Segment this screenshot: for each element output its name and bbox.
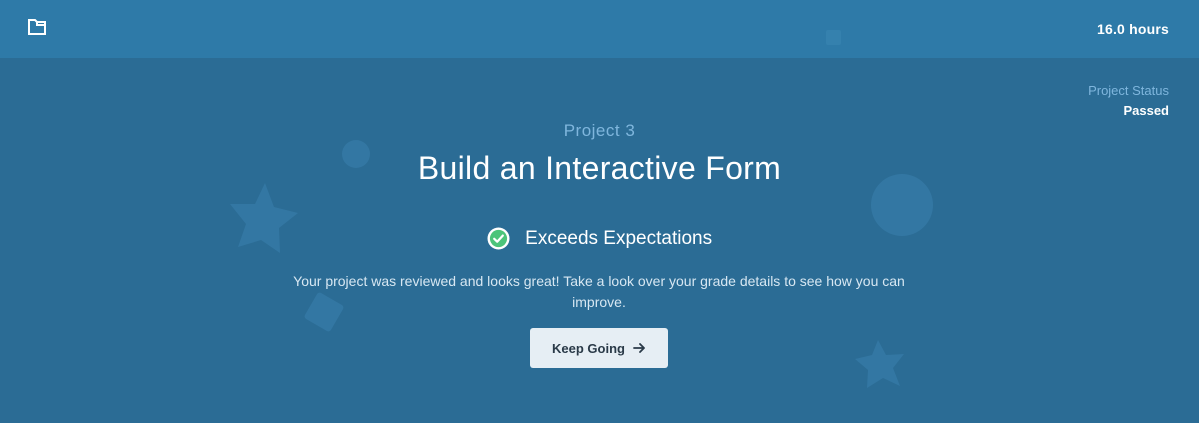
arrow-right-icon [633, 343, 645, 353]
grade-result: Exceeds Expectations [0, 227, 1199, 252]
project-status-page: 16.0 hours Project Status Passed Project… [0, 0, 1199, 423]
project-number: Project 3 [563, 121, 636, 140]
check-circle-icon [487, 227, 510, 250]
keep-going-label: Keep Going [552, 340, 625, 356]
project-status-label: Project Status [1088, 83, 1169, 98]
keep-going-button[interactable]: Keep Going [530, 328, 668, 368]
deco-star-right [855, 340, 904, 388]
grade-description: Your project was reviewed and looks grea… [293, 273, 905, 310]
project-status-value: Passed [1123, 103, 1169, 118]
project-title: Build an Interactive Form [417, 150, 782, 186]
grade-label: Exceeds Expectations [525, 227, 713, 249]
deco-square-small [826, 30, 841, 45]
